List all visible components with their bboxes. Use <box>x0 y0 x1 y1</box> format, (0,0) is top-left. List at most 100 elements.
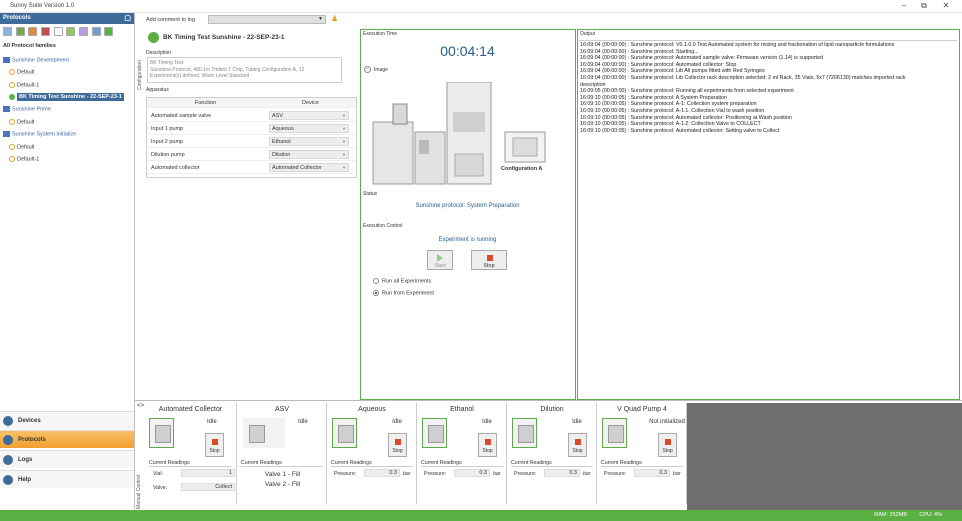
start-button-label: Start <box>434 263 446 269</box>
maximize-button[interactable]: ⧉ <box>918 1 930 11</box>
device-pump: Dilution Idle Stop Current Readings Pressure… <box>508 403 597 504</box>
execution-time-label: Execution Time <box>363 31 398 37</box>
tree-item[interactable]: BK Timing Test Sunshine - 22-SEP-23-1 <box>9 93 124 102</box>
run-icon[interactable] <box>104 27 114 36</box>
stop-button[interactable]: Stop <box>471 250 507 270</box>
comment-toolbar: Add comment to log ▼ ♟ <box>135 13 962 27</box>
execution-control-label: Execution Control <box>363 223 403 229</box>
pump-stop-button[interactable]: Stop <box>658 433 677 457</box>
tree-item[interactable]: Default <box>9 119 34 125</box>
description-box[interactable]: BK Timing Test Sunshine Protocol, 480.1m… <box>147 57 342 83</box>
nav-protocols[interactable]: Protocols <box>0 430 134 448</box>
tree-label: BK Timing Test Sunshine - 22-SEP-23-1 <box>17 93 124 102</box>
device-value: Ethanol <box>272 139 291 145</box>
collector-stop-button[interactable]: Stop <box>205 433 224 457</box>
pressure-value: 0.3 <box>634 469 670 477</box>
protocols-panel-header: Protocols ▢ <box>0 13 134 24</box>
device-title: Dilution <box>540 406 564 413</box>
status-label: Status <box>363 191 378 197</box>
device-value: Automated Collector <box>272 165 322 171</box>
nav-help[interactable]: Help <box>0 470 134 488</box>
log-line: 16:09:10 (00:00:05) : Sunshine protocol:… <box>580 127 780 134</box>
stop-label: Stop <box>482 448 493 454</box>
export-icon[interactable] <box>79 27 89 36</box>
device-select[interactable]: Automated Collector ▼ <box>269 163 349 172</box>
device-select[interactable]: Aqueous ▼ <box>269 124 349 133</box>
function-column-header: Function <box>195 100 217 106</box>
settings-icon[interactable] <box>91 27 101 36</box>
nav-devices[interactable]: Devices <box>0 411 134 429</box>
tree-group[interactable]: Sunshine Prime <box>3 106 51 112</box>
protocol-icon <box>9 69 15 75</box>
configuration-tab[interactable]: Configuration <box>137 30 145 90</box>
device-value: Aqueous <box>272 126 294 132</box>
function-cell: Automated collector <box>151 165 200 171</box>
divider <box>241 466 323 467</box>
device-column-header: Device <box>302 100 319 106</box>
device-title: Ethanol <box>450 406 474 413</box>
device-status: Idle <box>482 419 492 425</box>
tree-label: Default <box>17 144 35 151</box>
delete-icon[interactable] <box>28 27 38 36</box>
protocol-toolbar <box>3 27 133 39</box>
log-line: description <box>580 81 606 88</box>
system-image <box>372 82 546 185</box>
log-line: 16:09:10 (00:00:05) : Sunshine protocol:… <box>580 94 727 101</box>
tree-item[interactable]: Default <box>9 144 34 150</box>
device-select[interactable]: Ethanol ▼ <box>269 137 349 146</box>
device-select[interactable]: Dilution ▼ <box>269 150 349 159</box>
import-icon[interactable] <box>66 27 76 36</box>
tree-group[interactable]: Sunshine System Initialize <box>3 131 76 137</box>
manual-control-tab[interactable]: Manual Control <box>136 461 144 509</box>
run-from-option[interactable]: Run from Experiment <box>373 290 434 296</box>
copy-icon[interactable] <box>15 27 25 36</box>
pressure-value: 0.3 <box>544 469 580 477</box>
valve-value: Collect <box>181 483 235 491</box>
close-button[interactable]: ✕ <box>940 1 952 11</box>
tree-item[interactable]: Default-1 <box>9 156 39 162</box>
run-from-radio[interactable] <box>373 290 379 296</box>
log-line: 16:09:10 (00:00:05) : Sunshine protocol:… <box>580 114 792 121</box>
run-all-option[interactable]: Run all Experiments <box>373 278 431 284</box>
devices-icon <box>3 416 13 426</box>
remove-icon[interactable] <box>41 27 51 36</box>
run-all-label: Run all Experiments <box>382 278 432 285</box>
tree-label: Default-1 <box>17 82 40 89</box>
pump-stop-button[interactable]: Stop <box>478 433 497 457</box>
device-status: Idle <box>572 419 582 425</box>
nav-logs[interactable]: Logs <box>0 450 134 468</box>
output-log[interactable]: 16:09:04 (00:00:00) : Sunshine protocol:… <box>579 40 957 398</box>
user-icon[interactable]: ♟ <box>331 14 338 23</box>
protocols-icon <box>3 435 13 445</box>
chevron-down-icon[interactable]: ▼ <box>318 16 323 22</box>
comment-input[interactable]: ▼ <box>208 15 326 24</box>
minimize-button[interactable]: – <box>898 1 910 11</box>
tree-item[interactable]: Default <box>9 69 34 75</box>
device-pump: Aqueous Idle Stop Current Readings Pressure:… <box>328 403 417 504</box>
execution-time-value: 00:04:14 <box>440 43 495 59</box>
tree-group[interactable]: Sunshine Development <box>3 57 69 63</box>
running-text: Experiment is running <box>438 237 497 243</box>
vial-label: Vial: <box>153 471 163 477</box>
output-panel: Output 16:09:04 (00:00:00) : Sunshine pr… <box>577 29 960 400</box>
collapse-icon[interactable]: − <box>364 66 371 73</box>
stop-label: Stop <box>662 448 673 454</box>
ram-readout: RAM: 252MB <box>874 512 907 518</box>
new-protocol-icon[interactable] <box>3 27 12 36</box>
device-select[interactable]: ASV ▼ <box>269 111 349 120</box>
pin-icon[interactable]: ▢ <box>124 14 131 22</box>
pump-stop-button[interactable]: Stop <box>388 433 407 457</box>
tree-label: Sunshine Development <box>12 57 69 64</box>
expand-icon[interactable]: <> <box>137 403 144 409</box>
device-status: Not initialized <box>649 419 685 425</box>
run-all-radio[interactable] <box>373 278 379 284</box>
all-protocol-families[interactable]: All Protocol families <box>3 43 56 49</box>
device-status: Idle <box>392 419 402 425</box>
pressure-value: 0.3 <box>364 469 400 477</box>
blank-icon[interactable] <box>53 27 63 36</box>
start-button[interactable]: Start <box>427 250 453 270</box>
tree-item[interactable]: Default-1 <box>9 82 39 88</box>
pump-stop-button[interactable]: Stop <box>568 433 587 457</box>
status-text: Sunshine protocol: System Preparation <box>415 203 520 209</box>
pump-image <box>422 418 447 448</box>
